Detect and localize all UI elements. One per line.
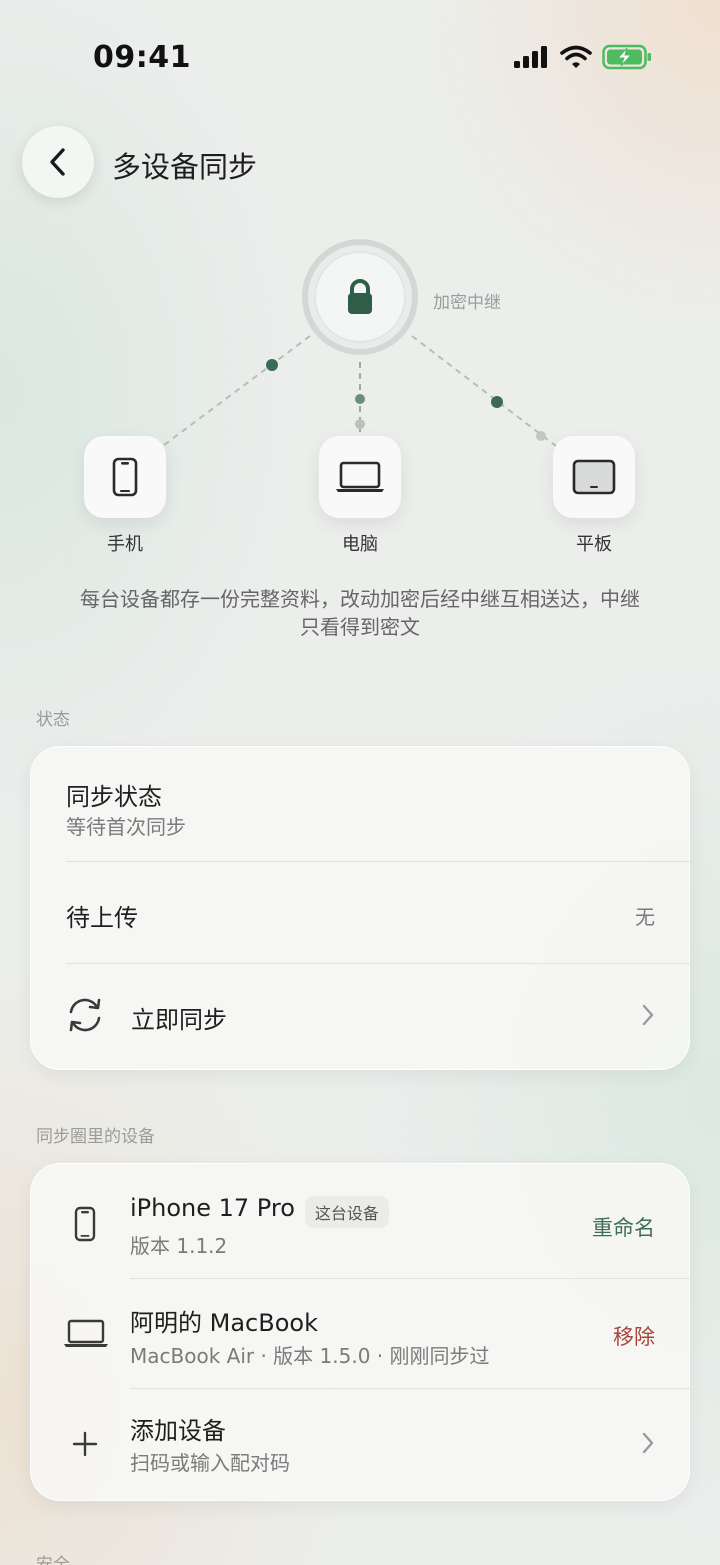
section-label-devices: 同步圈里的设备	[36, 1127, 155, 1147]
device-name: iPhone 17 Pro	[130, 1194, 295, 1222]
device-row: iPhone 17 Pro 这台设备 版本 1.1.2 重命名	[31, 1164, 691, 1278]
devices-card: iPhone 17 Pro 这台设备 版本 1.1.2 重命名 阿明的 MacBo…	[30, 1163, 691, 1501]
chevron-right-icon	[642, 1432, 654, 1454]
plus-icon	[72, 1431, 98, 1457]
tablet-icon	[572, 459, 616, 495]
device-detail: MacBook Air · 版本 1.5.0 · 刚刚同步过	[130, 1344, 490, 1368]
sync-status-title: 同步状态	[66, 783, 162, 811]
chevron-right-icon	[642, 1004, 654, 1026]
device-label-tablet: 平板	[576, 534, 612, 555]
device-label-phone: 手机	[107, 534, 143, 555]
encrypted-relay-hub	[302, 239, 418, 355]
device-detail: 版本 1.1.2	[130, 1234, 228, 1258]
device-tile-tablet	[553, 436, 635, 518]
phone-icon	[74, 1206, 96, 1242]
add-device-row[interactable]: 添加设备 扫码或输入配对码	[31, 1389, 691, 1501]
this-device-badge: 这台设备	[304, 1195, 389, 1228]
remove-button[interactable]: 移除	[613, 1321, 655, 1351]
diagram-description: 每台设备都存一份完整资料，改动加密后经中继互相送达，中继只看得到密文	[80, 587, 640, 639]
sync-now-title: 立即同步	[131, 1006, 227, 1034]
status-card: 同步状态 等待首次同步 待上传 无 立即同步	[30, 746, 691, 1070]
section-label-security: 安全	[36, 1555, 70, 1565]
section-label-status: 状态	[36, 710, 70, 730]
rename-button[interactable]: 重命名	[592, 1212, 655, 1242]
device-tile-laptop	[319, 436, 401, 518]
device-row: 阿明的 MacBook MacBook Air · 版本 1.5.0 · 刚刚同…	[31, 1279, 691, 1389]
pending-upload-row: 待上传 无	[31, 862, 691, 964]
device-tile-phone	[84, 436, 166, 518]
sync-now-row[interactable]: 立即同步	[31, 964, 691, 1070]
add-device-subtitle: 扫码或输入配对码	[130, 1451, 290, 1475]
phone-icon	[112, 457, 138, 497]
lock-icon	[348, 279, 372, 314]
sync-status-subtitle: 等待首次同步	[66, 815, 186, 839]
pending-upload-value: 无	[635, 905, 655, 929]
device-label-laptop: 电脑	[342, 534, 378, 555]
pending-upload-title: 待上传	[66, 904, 138, 932]
add-device-title: 添加设备	[130, 1417, 226, 1445]
sync-icon	[69, 998, 101, 1032]
device-name: 阿明的 MacBook	[130, 1309, 318, 1337]
laptop-icon	[64, 1319, 108, 1347]
laptop-icon	[336, 461, 384, 492]
relay-label: 加密中继	[433, 293, 501, 313]
